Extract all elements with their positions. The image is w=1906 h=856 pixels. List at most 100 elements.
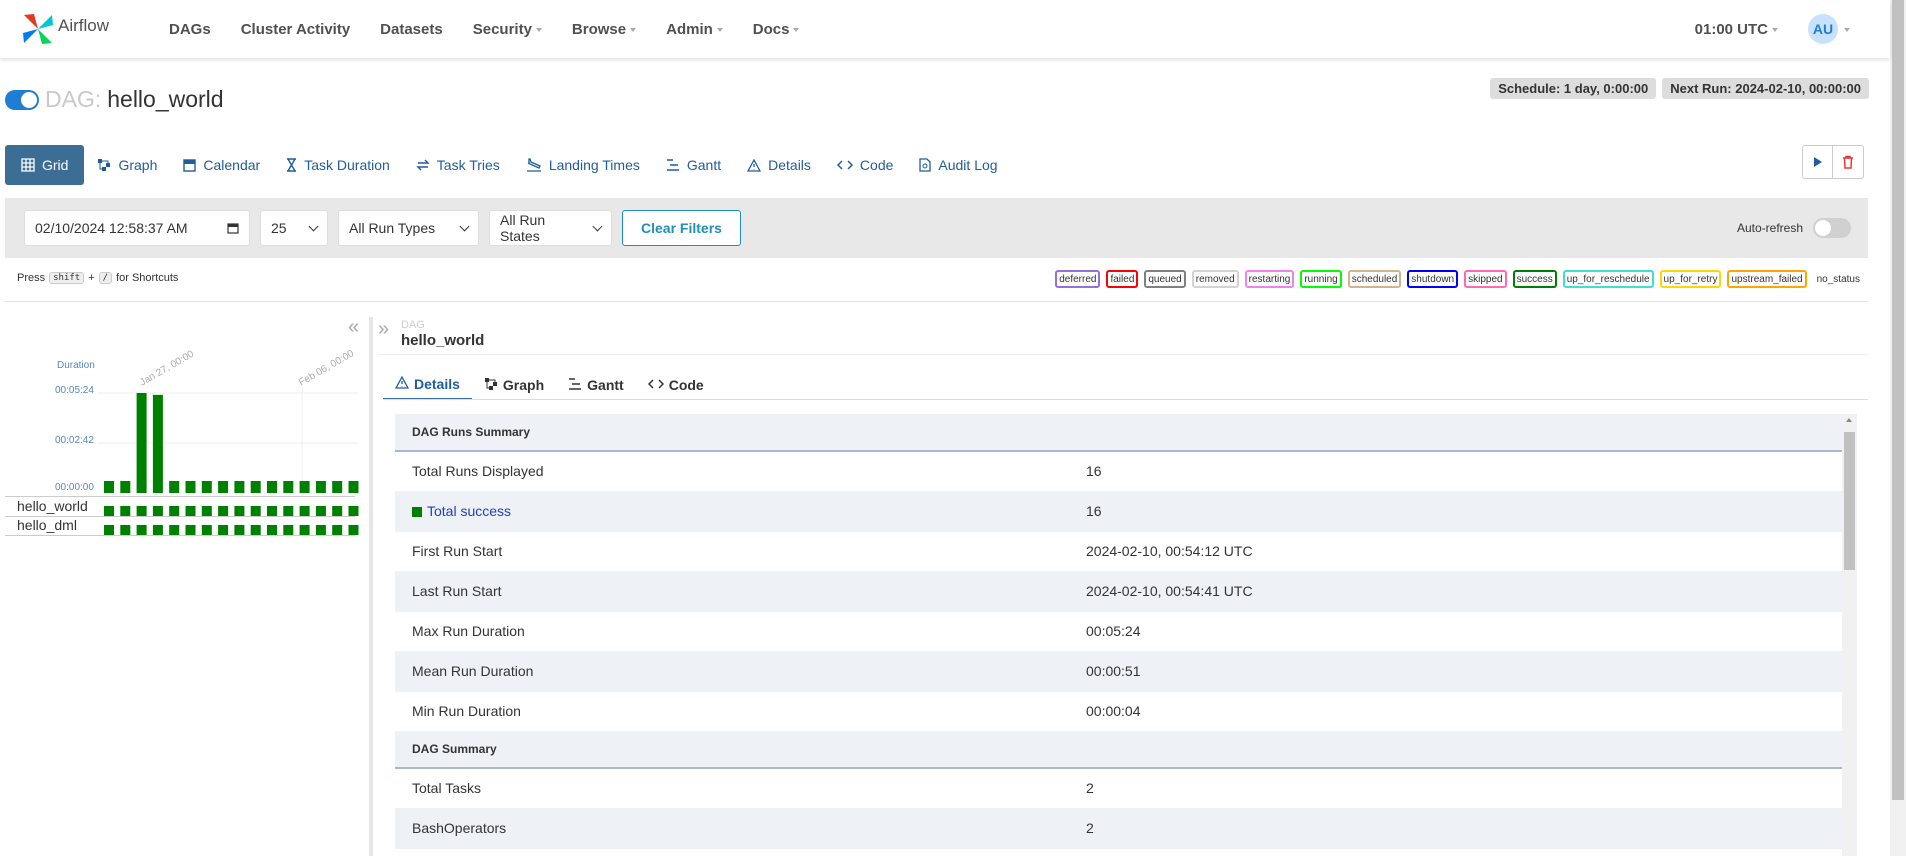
run-duration-bar[interactable] (169, 481, 180, 493)
task-instance-cell[interactable] (152, 506, 163, 516)
breadcrumb-dag[interactable]: hello_world (401, 332, 484, 349)
task-instance-cell[interactable] (250, 525, 261, 535)
task-instance-cell[interactable] (234, 525, 245, 535)
nav-datasets[interactable]: Datasets (365, 21, 458, 38)
expand-icon[interactable]: » (378, 318, 389, 341)
run-duration-bar[interactable] (104, 481, 114, 493)
details-tab-details[interactable]: Details (383, 370, 472, 400)
legend-queued[interactable]: queued (1144, 270, 1186, 288)
user-menu[interactable]: AU (1808, 14, 1850, 44)
delete-dag-button[interactable] (1833, 145, 1864, 179)
run-duration-bar[interactable] (332, 481, 343, 493)
base-date-input[interactable]: 02/10/2024 12:58:37 AM (24, 210, 250, 246)
tab-calendar[interactable]: Calendar (170, 145, 273, 185)
task-instance-cell[interactable] (315, 525, 326, 535)
tab-gantt[interactable]: Gantt (653, 145, 734, 185)
clear-filters-button[interactable]: Clear Filters (622, 210, 741, 246)
nav-browse[interactable]: Browse (557, 21, 651, 38)
task-instance-cell[interactable] (299, 525, 310, 535)
tab-audit-log[interactable]: Audit Log (906, 145, 1010, 185)
legend-failed[interactable]: failed (1106, 270, 1139, 288)
table-scrollbar-thumb[interactable] (1844, 432, 1855, 570)
run-duration-bar[interactable] (185, 481, 196, 493)
task-instance-cell[interactable] (104, 506, 114, 516)
nav-admin[interactable]: Admin (651, 21, 738, 38)
details-tab-gantt[interactable]: Gantt (556, 370, 636, 400)
timezone-menu[interactable]: 01:00 UTC (1695, 21, 1778, 38)
task-instance-cell[interactable] (152, 525, 163, 535)
task-instance-cell[interactable] (185, 506, 196, 516)
task-instance-cell[interactable] (332, 506, 343, 516)
task-instance-cell[interactable] (315, 506, 326, 516)
task-instance-cell[interactable] (299, 506, 310, 516)
brand-logo[interactable]: Airflow (20, 11, 150, 47)
run-type-select[interactable]: All Run Types (338, 210, 479, 246)
nav-security[interactable]: Security (458, 21, 557, 38)
legend-shutdown[interactable]: shutdown (1407, 270, 1459, 288)
details-tab-graph[interactable]: Graph (472, 370, 556, 400)
legend-skipped[interactable]: skipped (1464, 270, 1507, 288)
dag-pause-toggle[interactable] (5, 89, 39, 110)
run-duration-bar[interactable] (120, 481, 131, 493)
trigger-dag-button[interactable] (1802, 145, 1833, 179)
tab-details[interactable]: Details (734, 145, 824, 185)
details-tab-code[interactable]: Code (636, 370, 716, 400)
task-instance-cell[interactable] (185, 525, 196, 535)
run-duration-bar[interactable] (315, 481, 326, 493)
nav-dags[interactable]: DAGs (154, 21, 226, 38)
task-instance-cell[interactable] (234, 506, 245, 516)
legend-success[interactable]: success (1512, 270, 1557, 288)
tab-task-tries[interactable]: Task Tries (403, 145, 513, 185)
task-instance-cell[interactable] (218, 525, 229, 535)
task-instance-cell[interactable] (136, 525, 147, 535)
nav-docs[interactable]: Docs (738, 21, 815, 38)
legend-scheduled[interactable]: scheduled (1347, 270, 1402, 288)
task-instance-cell[interactable] (136, 506, 147, 516)
task-instance-cell[interactable] (169, 525, 180, 535)
total-success-link[interactable]: Total success (427, 503, 511, 519)
task-instance-cell[interactable] (283, 525, 294, 535)
task-instance-cell[interactable] (283, 506, 294, 516)
task-instance-cell[interactable] (218, 506, 229, 516)
tab-task-duration[interactable]: Task Duration (273, 145, 403, 185)
next-run-badge[interactable]: Next Run: 2024-02-10, 00:00:00 (1662, 78, 1869, 99)
task-instance-cell[interactable] (348, 506, 359, 516)
task-instance-cell[interactable] (201, 525, 212, 535)
legend-removed[interactable]: removed (1191, 270, 1239, 288)
panel-resize-handle[interactable] (369, 317, 373, 856)
legend-no-status[interactable]: no_status (1813, 270, 1864, 288)
legend-upstream-failed[interactable]: upstream_failed (1727, 270, 1807, 288)
run-duration-bar[interactable] (348, 481, 359, 493)
task-instance-cell[interactable] (332, 525, 343, 535)
task-instance-cell[interactable] (267, 525, 277, 535)
legend-restarting[interactable]: restarting (1244, 270, 1295, 288)
run-duration-bar[interactable] (136, 393, 147, 493)
run-duration-bar[interactable] (218, 481, 229, 493)
tab-grid[interactable]: Grid (5, 145, 85, 185)
run-duration-bar[interactable] (267, 481, 277, 493)
tab-landing-times[interactable]: Landing Times (513, 145, 653, 185)
page-scrollbar[interactable] (1890, 0, 1906, 856)
run-duration-bar[interactable] (299, 481, 310, 493)
page-scrollbar-thumb[interactable] (1892, 0, 1904, 800)
num-runs-select[interactable]: 25 (260, 210, 328, 246)
task-instance-cell[interactable] (250, 506, 261, 516)
run-state-select[interactable]: All Run States (489, 210, 612, 246)
task-instance-cell[interactable] (169, 506, 180, 516)
tab-code[interactable]: Code (824, 145, 906, 185)
task-instance-cell[interactable] (267, 506, 277, 516)
task-instance-cell[interactable] (201, 506, 212, 516)
scroll-up-icon[interactable] (1846, 418, 1852, 422)
nav-cluster-activity[interactable]: Cluster Activity (226, 21, 365, 38)
auto-refresh-toggle[interactable] (1813, 218, 1851, 238)
task-instance-cell[interactable] (104, 525, 114, 535)
tab-graph[interactable]: Graph (84, 145, 170, 185)
run-duration-bar[interactable] (283, 481, 294, 493)
run-duration-bar[interactable] (201, 481, 212, 493)
run-duration-bar[interactable] (250, 481, 261, 493)
legend-up-for-reschedule[interactable]: up_for_reschedule (1562, 270, 1654, 288)
task-instance-cell[interactable] (120, 506, 131, 516)
task-label[interactable]: hello_dml (17, 517, 77, 533)
task-label[interactable]: hello_world (17, 498, 88, 514)
table-scrollbar[interactable] (1842, 414, 1857, 856)
